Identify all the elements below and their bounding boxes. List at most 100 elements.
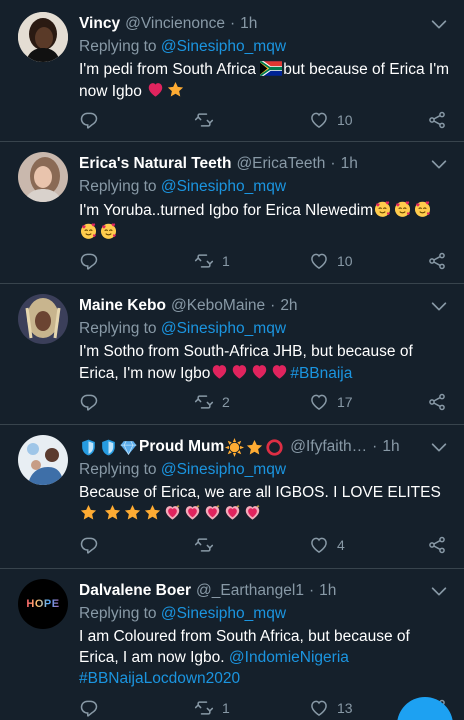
star-icon (245, 438, 264, 457)
south-africa-flag-icon (260, 61, 282, 76)
user-handle[interactable]: @EricaTeeth (236, 155, 325, 173)
share-button[interactable] (427, 535, 447, 555)
separator: · (372, 438, 378, 455)
red-heart-icon (250, 362, 269, 381)
replying-to: Replying to @Sinesipho_mqw (79, 603, 450, 624)
avatar[interactable] (18, 294, 68, 344)
replying-to-label: Replying to (79, 38, 157, 55)
share-button[interactable] (427, 392, 447, 412)
separator: · (270, 297, 276, 314)
heart-icon (309, 251, 329, 271)
tweet-card[interactable]: Maine Kebo @KeboMaine · 2h Replying to @… (0, 284, 464, 425)
display-name[interactable]: Dalvalene Boer (79, 582, 191, 600)
reply-icon (79, 535, 99, 555)
separator: · (308, 582, 315, 599)
timestamp[interactable]: 1h (240, 15, 257, 33)
tweet-card[interactable]: Erica's Natural Teeth @EricaTeeth · 1h R… (0, 142, 464, 284)
avatar-logo-text: HOPE (26, 598, 60, 610)
chevron-down-icon[interactable] (428, 295, 450, 317)
replying-to: Replying to @Sinesipho_mqw (79, 176, 450, 197)
reply-mention-link[interactable]: @Sinesipho_mqw (161, 38, 286, 55)
display-name[interactable]: Vincy (79, 15, 120, 33)
display-name[interactable]: Maine Kebo (79, 297, 166, 315)
smiling-face-with-hearts-icon (373, 199, 392, 218)
replying-to-label: Replying to (79, 178, 157, 195)
retweet-icon (194, 535, 214, 555)
reply-mention-link[interactable]: @Sinesipho_mqw (161, 605, 286, 622)
heart-icon (309, 698, 329, 718)
reply-mention-link[interactable]: @Sinesipho_mqw (161, 178, 286, 195)
tweet-text-part: I'm Yoruba..turned Igbo for Erica Nlewed… (79, 202, 374, 219)
reply-icon (79, 698, 99, 718)
reply-icon (79, 251, 99, 271)
hashtag-link[interactable]: #BBnaija (290, 365, 352, 382)
reply-button[interactable] (79, 392, 107, 412)
share-button[interactable] (427, 110, 447, 130)
hashtag-link[interactable]: #BBNaijaLocdown2020 (79, 670, 240, 687)
tweet-card[interactable]: Proud Mum @Ifyfaith… · 1h Replying to @S… (0, 425, 464, 569)
heart-icon (309, 535, 329, 555)
share-icon (427, 251, 447, 271)
chevron-down-icon[interactable] (428, 13, 450, 35)
timestamp[interactable]: 1h (382, 438, 399, 456)
share-icon (427, 535, 447, 555)
chevron-down-icon[interactable] (428, 580, 450, 602)
reply-icon (79, 110, 99, 130)
like-button[interactable]: 10 (309, 110, 353, 130)
tweet-card[interactable]: HOPE Dalvalene Boer @_Earthangel1 · 1h R… (0, 569, 464, 720)
user-handle[interactable]: @Vincienonce (125, 15, 225, 33)
red-heart-icon (210, 362, 229, 381)
chevron-down-icon[interactable] (428, 153, 450, 175)
tweet-card[interactable]: Vincy @Vincienonce · 1h Replying to @Sin… (0, 0, 464, 142)
avatar[interactable]: HOPE (18, 579, 68, 629)
reply-button[interactable] (79, 110, 107, 130)
share-button[interactable] (427, 251, 447, 271)
user-handle[interactable]: @KeboMaine (171, 297, 265, 315)
reply-button[interactable] (79, 698, 107, 718)
display-name[interactable]: Erica's Natural Teeth (79, 155, 231, 173)
like-count: 13 (337, 700, 353, 716)
like-button[interactable]: 10 (309, 251, 353, 271)
smiling-face-with-hearts-icon (393, 199, 412, 218)
retweet-button[interactable]: 2 (194, 392, 230, 412)
tweet-actions (79, 513, 449, 535)
timestamp[interactable]: 1h (319, 582, 336, 600)
retweet-count: 1 (222, 253, 230, 269)
tweet-actions: 1 10 (79, 251, 449, 273)
like-count: 17 (337, 394, 353, 410)
display-name[interactable]: Proud Mum (139, 438, 224, 456)
retweet-button[interactable] (194, 535, 222, 555)
like-button[interactable]: 17 (309, 392, 353, 412)
like-button[interactable]: 4 (309, 535, 345, 555)
retweet-button[interactable]: 1 (194, 698, 230, 718)
smiling-face-with-hearts-icon (99, 221, 118, 240)
separator: · (229, 15, 236, 32)
reply-mention-link[interactable]: @Sinesipho_mqw (161, 320, 286, 337)
timestamp[interactable]: 2h (280, 297, 297, 315)
retweet-count: 2 (222, 394, 230, 410)
chevron-down-icon[interactable] (428, 436, 450, 458)
replying-to-label: Replying to (79, 320, 157, 337)
retweet-button[interactable]: 1 (194, 251, 230, 271)
tweet-text-part: Because of Erica, we are all IGBOS. I LO… (79, 484, 441, 501)
like-button[interactable]: 13 (309, 698, 353, 718)
diamond-icon (119, 438, 138, 457)
hollow-red-circle-icon (265, 438, 284, 457)
reply-button[interactable] (79, 251, 107, 271)
avatar[interactable] (18, 152, 68, 202)
replying-to-label: Replying to (79, 461, 157, 478)
avatar[interactable] (18, 12, 68, 62)
user-handle[interactable]: @_Earthangel1 (196, 582, 304, 600)
retweet-icon (194, 110, 214, 130)
replying-to: Replying to @Sinesipho_mqw (79, 36, 450, 57)
retweet-button[interactable] (194, 110, 222, 130)
mention-link[interactable]: @IndomieNigeria (229, 649, 349, 666)
replying-to-label: Replying to (79, 605, 157, 622)
user-handle[interactable]: @Ifyfaith… (290, 438, 367, 456)
reply-mention-link[interactable]: @Sinesipho_mqw (161, 461, 286, 478)
tweet-actions: 1 13 (79, 698, 449, 720)
retweet-icon (194, 698, 214, 718)
reply-button[interactable] (79, 535, 107, 555)
timestamp[interactable]: 1h (341, 155, 358, 173)
avatar[interactable] (18, 435, 68, 485)
